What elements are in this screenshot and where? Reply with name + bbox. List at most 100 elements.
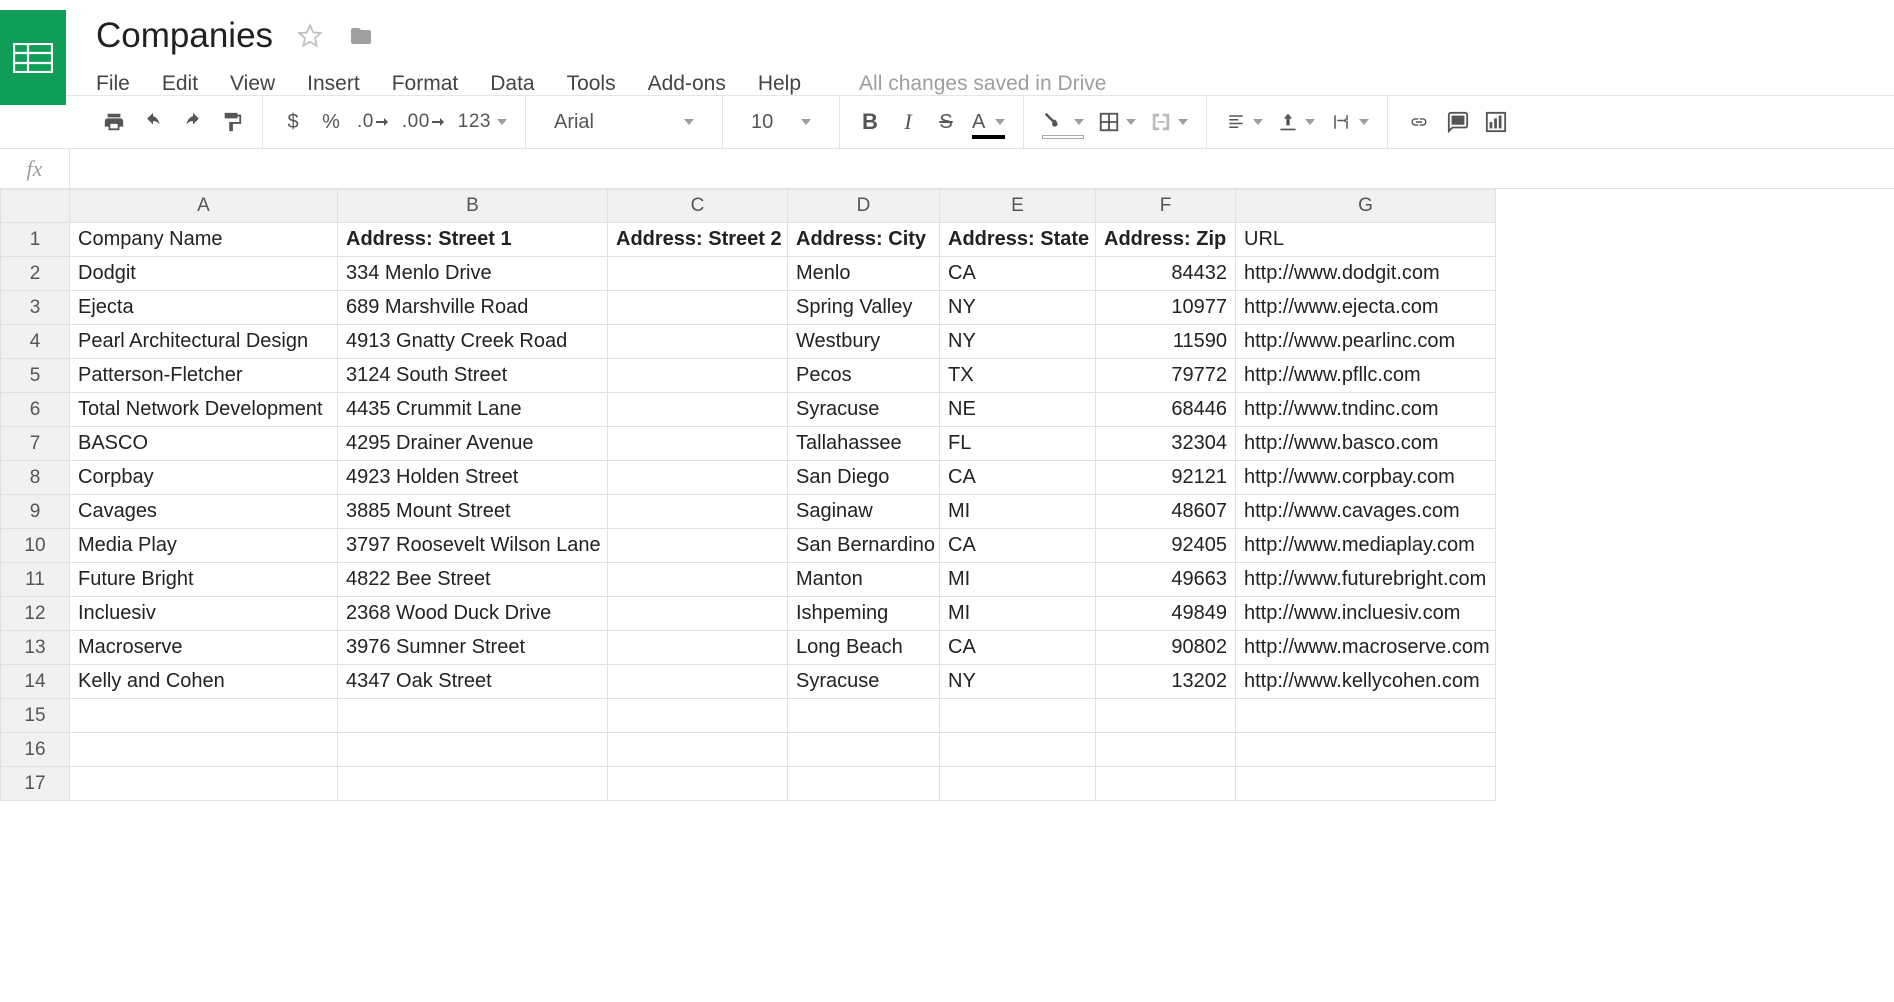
column-header[interactable]: E (940, 189, 1096, 223)
cell[interactable]: Corpbay (70, 461, 338, 495)
row-header[interactable]: 15 (0, 699, 70, 733)
cell[interactable] (70, 767, 338, 801)
document-title[interactable]: Companies (96, 16, 273, 56)
cell[interactable]: Pearl Architectural Design (70, 325, 338, 359)
cell[interactable] (608, 359, 788, 393)
cell[interactable]: 68446 (1096, 393, 1236, 427)
cell[interactable] (788, 733, 940, 767)
cell[interactable]: CA (940, 631, 1096, 665)
row-header[interactable]: 10 (0, 529, 70, 563)
column-header[interactable]: F (1096, 189, 1236, 223)
cell[interactable]: FL (940, 427, 1096, 461)
strikethrough-button[interactable]: S (934, 107, 958, 137)
cell[interactable]: Company Name (70, 223, 338, 257)
cell[interactable]: NY (940, 291, 1096, 325)
cell[interactable] (608, 665, 788, 699)
cell[interactable] (608, 563, 788, 597)
menu-format[interactable]: Format (392, 72, 459, 96)
cell[interactable] (1236, 767, 1496, 801)
cell[interactable]: Total Network Development (70, 393, 338, 427)
cell[interactable] (70, 733, 338, 767)
row-header[interactable]: 7 (0, 427, 70, 461)
cell[interactable] (338, 699, 608, 733)
cell[interactable]: CA (940, 257, 1096, 291)
cell[interactable]: 49849 (1096, 597, 1236, 631)
cell[interactable] (608, 427, 788, 461)
column-header[interactable]: A (70, 189, 338, 223)
text-wrap-button[interactable] (1329, 107, 1369, 137)
column-header[interactable]: D (788, 189, 940, 223)
horizontal-align-button[interactable] (1225, 107, 1263, 137)
cell[interactable] (1236, 733, 1496, 767)
cell[interactable]: Kelly and Cohen (70, 665, 338, 699)
cell[interactable]: MI (940, 495, 1096, 529)
cell[interactable] (608, 767, 788, 801)
cell[interactable]: NY (940, 665, 1096, 699)
cell[interactable]: http://www.incluesiv.com (1236, 597, 1496, 631)
borders-button[interactable] (1098, 107, 1136, 137)
cell[interactable]: 49663 (1096, 563, 1236, 597)
cell[interactable]: 3124 South Street (338, 359, 608, 393)
cell[interactable]: http://www.pearlinc.com (1236, 325, 1496, 359)
cell[interactable]: 92405 (1096, 529, 1236, 563)
cell[interactable]: Syracuse (788, 665, 940, 699)
formula-input[interactable] (70, 149, 1894, 188)
menu-insert[interactable]: Insert (307, 72, 360, 96)
cell[interactable]: MI (940, 597, 1096, 631)
cell[interactable] (608, 699, 788, 733)
row-header[interactable]: 4 (0, 325, 70, 359)
cell[interactable]: Address: Zip (1096, 223, 1236, 257)
cell[interactable] (940, 699, 1096, 733)
cell[interactable]: Macroserve (70, 631, 338, 665)
cell[interactable]: 4435 Crummit Lane (338, 393, 608, 427)
cell[interactable]: Ishpeming (788, 597, 940, 631)
merge-cells-button[interactable] (1150, 107, 1188, 137)
cell[interactable]: Westbury (788, 325, 940, 359)
cell[interactable]: Address: City (788, 223, 940, 257)
row-header[interactable]: 14 (0, 665, 70, 699)
cell[interactable] (1096, 699, 1236, 733)
cell[interactable]: 84432 (1096, 257, 1236, 291)
cell[interactable]: 3976 Sumner Street (338, 631, 608, 665)
cell[interactable]: Address: Street 1 (338, 223, 608, 257)
menu-view[interactable]: View (230, 72, 275, 96)
row-header[interactable]: 6 (0, 393, 70, 427)
cell[interactable]: 4923 Holden Street (338, 461, 608, 495)
column-header[interactable]: C (608, 189, 788, 223)
cell[interactable]: NE (940, 393, 1096, 427)
undo-icon[interactable] (140, 107, 166, 137)
cell[interactable]: Menlo (788, 257, 940, 291)
cell[interactable] (608, 291, 788, 325)
row-header[interactable]: 13 (0, 631, 70, 665)
cell[interactable]: Incluesiv (70, 597, 338, 631)
bold-button[interactable]: B (858, 107, 882, 137)
cell[interactable]: CA (940, 461, 1096, 495)
cell[interactable]: http://www.cavages.com (1236, 495, 1496, 529)
cell[interactable]: Long Beach (788, 631, 940, 665)
menu-tools[interactable]: Tools (567, 72, 616, 96)
cell[interactable]: http://www.kellycohen.com (1236, 665, 1496, 699)
cell[interactable]: http://www.pfllc.com (1236, 359, 1496, 393)
cell[interactable]: MI (940, 563, 1096, 597)
cell[interactable]: 4347 Oak Street (338, 665, 608, 699)
row-header[interactable]: 12 (0, 597, 70, 631)
row-header[interactable]: 16 (0, 733, 70, 767)
cell[interactable]: URL (1236, 223, 1496, 257)
cell[interactable] (1096, 733, 1236, 767)
column-header[interactable]: B (338, 189, 608, 223)
cell[interactable]: 689 Marshville Road (338, 291, 608, 325)
cell[interactable]: BASCO (70, 427, 338, 461)
cell[interactable] (940, 733, 1096, 767)
number-format-button[interactable]: 123 (458, 107, 507, 137)
cell[interactable]: 48607 (1096, 495, 1236, 529)
menu-addons[interactable]: Add-ons (648, 72, 726, 96)
cell[interactable]: Pecos (788, 359, 940, 393)
fill-color-button[interactable] (1042, 107, 1084, 137)
menu-file[interactable]: File (96, 72, 130, 96)
row-header[interactable]: 1 (0, 223, 70, 257)
select-all-corner[interactable] (0, 189, 70, 223)
decrease-decimal-button[interactable]: .0 (357, 107, 388, 137)
cell[interactable]: http://www.futurebright.com (1236, 563, 1496, 597)
cell[interactable] (1236, 699, 1496, 733)
cell[interactable]: TX (940, 359, 1096, 393)
